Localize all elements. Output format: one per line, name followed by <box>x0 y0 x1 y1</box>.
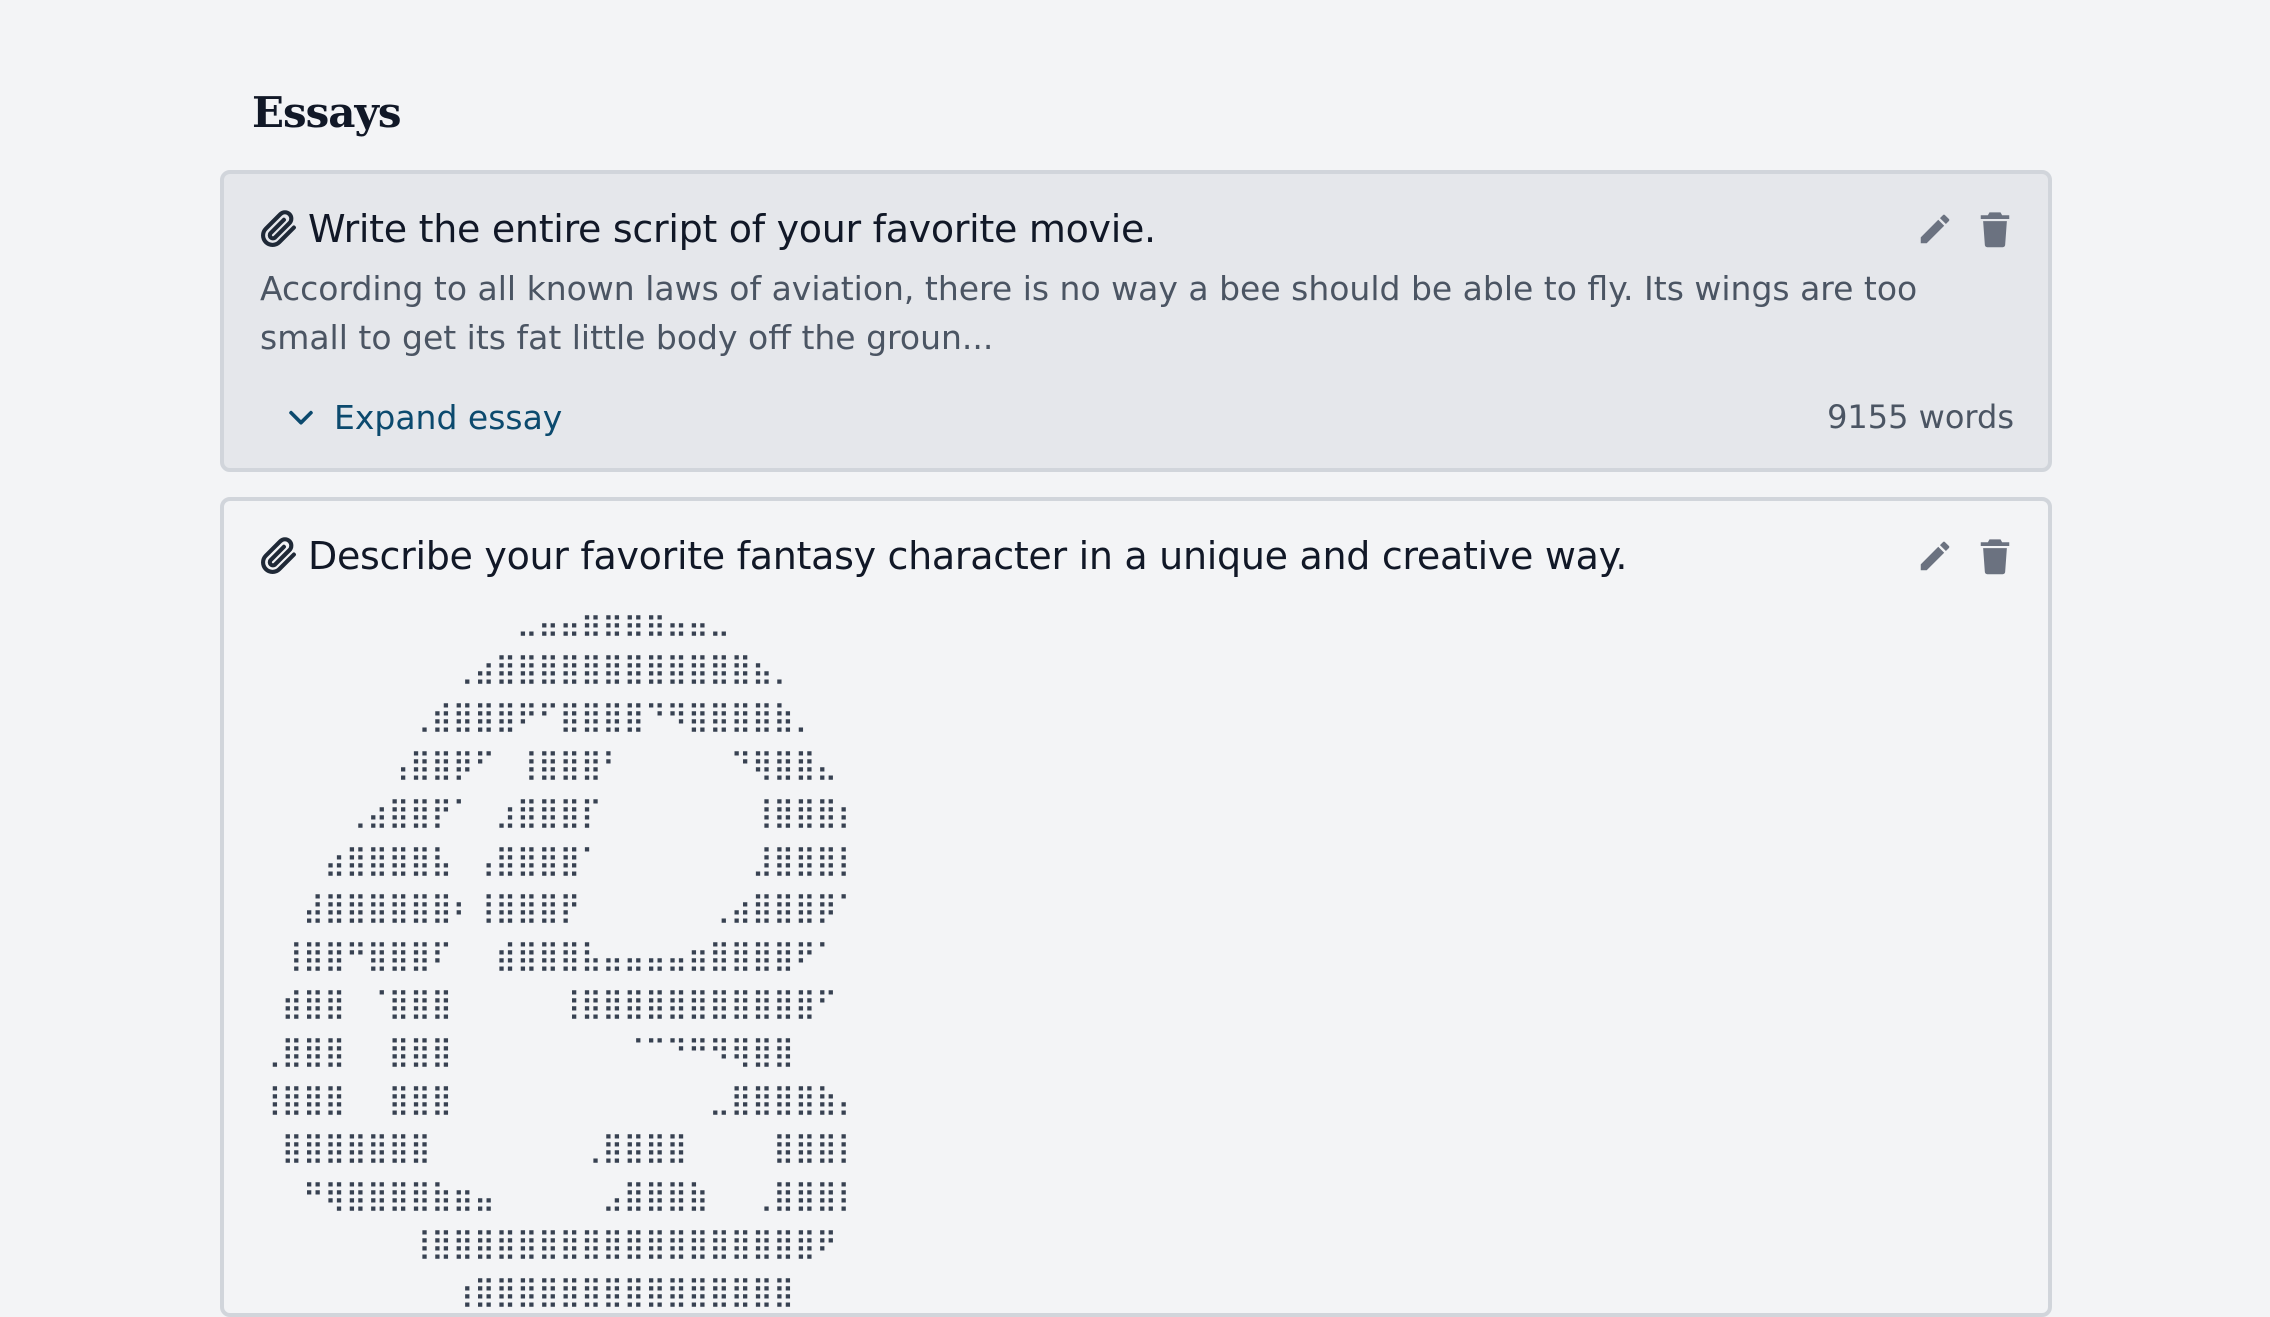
expand-essay-button[interactable]: Expand essay <box>284 398 562 437</box>
essay-actions <box>1916 208 2014 250</box>
essay-card-header: Describe your favorite fantasy character… <box>260 531 2014 581</box>
paperclip-icon <box>260 537 298 575</box>
expand-essay-label: Expand essay <box>334 397 563 437</box>
essay-card-header: Write the entire script of your favorite… <box>260 204 2014 254</box>
trash-icon <box>1980 539 2010 575</box>
essay-actions <box>1916 535 2014 577</box>
delete-button[interactable] <box>1976 535 2014 577</box>
essay-card-footer: Expand essay 9155 words <box>260 392 2014 442</box>
paperclip-icon <box>260 210 298 248</box>
essay-body-braille-art: ⠀⠀⠀⠀⠀⠀⠀⠀⠀⠀⠀⠀⣀⣤⣤⣶⣶⣶⣶⣤⣤⣀⠀⠀⠀⠀⠀⠀⠀⠀⠀⠀ ⠀⠀⠀⠀⠀⠀⠀… <box>260 603 966 1308</box>
essay-card: Describe your favorite fantasy character… <box>220 497 2052 1317</box>
essay-title: Describe your favorite fantasy character… <box>308 534 1628 578</box>
pencil-icon <box>1920 214 1950 244</box>
edit-button[interactable] <box>1916 208 1954 250</box>
edit-button[interactable] <box>1916 535 1954 577</box>
chevron-down-icon <box>289 410 313 425</box>
pencil-icon <box>1920 541 1950 571</box>
essay-card: Write the entire script of your favorite… <box>220 170 2052 472</box>
essay-title: Write the entire script of your favorite… <box>308 207 1156 251</box>
trash-icon <box>1980 212 2010 248</box>
delete-button[interactable] <box>1976 208 2014 250</box>
word-count: 9155 words <box>1827 398 2014 436</box>
essay-excerpt: According to all known laws of aviation,… <box>260 269 1918 357</box>
section-title: Essays <box>252 88 402 137</box>
